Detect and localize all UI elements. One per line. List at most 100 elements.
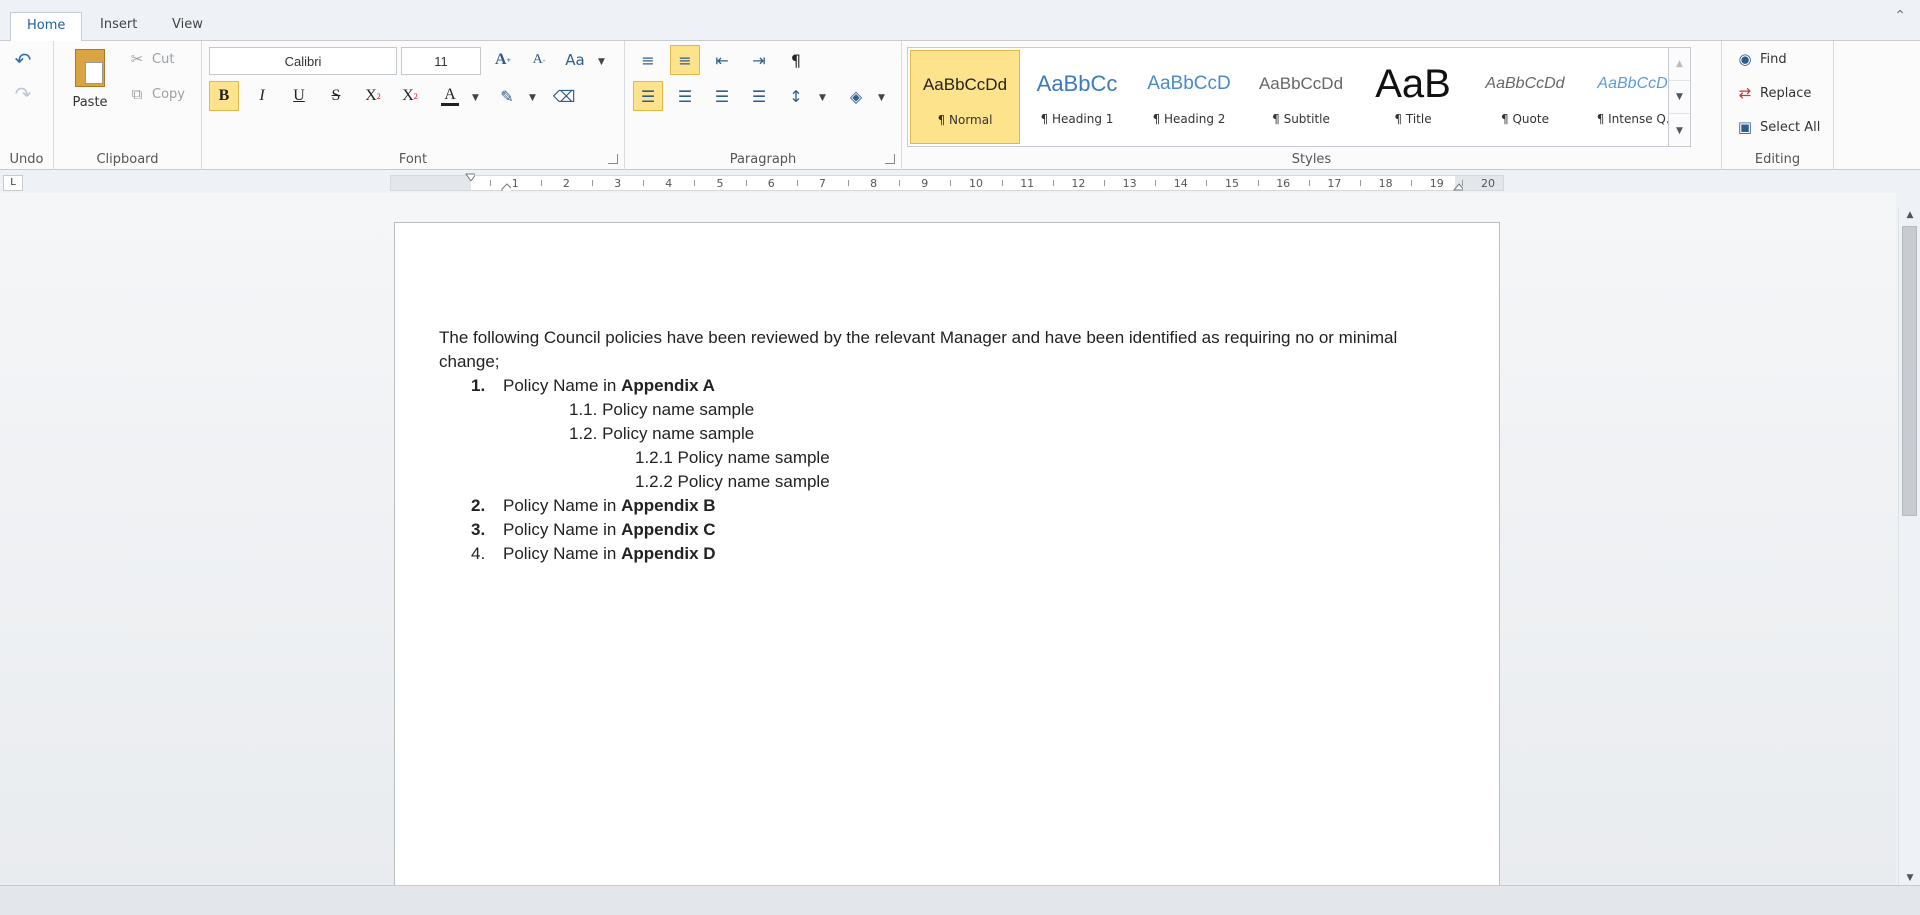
vertical-scrollbar[interactable]: ▲ ▼ [1898, 208, 1920, 885]
gallery-more-icon[interactable]: ▼ [1669, 114, 1690, 147]
decrease-indent-icon[interactable]: ⇤ [707, 45, 737, 75]
grow-font-icon[interactable]: A + [488, 45, 518, 75]
binoculars-icon: ◉ [1738, 50, 1752, 68]
list-number: 1.2. [569, 424, 598, 443]
list-number: 2. [471, 496, 486, 515]
scroll-down-icon[interactable]: ▼ [1899, 873, 1920, 883]
tab-view[interactable]: View [156, 12, 219, 42]
list-text: Policy name sample [677, 472, 830, 491]
highlight-icon[interactable]: ✎ [492, 81, 522, 111]
clear-formatting-icon[interactable]: ⌫ [549, 81, 579, 111]
undo-icon[interactable]: ↶ [8, 45, 38, 75]
bold-icon[interactable]: B [209, 81, 239, 111]
tab-home[interactable]: Home [10, 12, 83, 42]
copy-button[interactable]: ⧉ Copy [128, 85, 185, 103]
align-center-icon[interactable]: ☰ [670, 81, 700, 111]
ruler-number: 14 [1173, 177, 1188, 190]
line-spacing-dropdown-icon[interactable]: ▼ [819, 93, 826, 103]
replace-label: Replace [1760, 85, 1812, 101]
list-item[interactable]: 1.2.1 Policy name sample [635, 446, 830, 470]
style-heading-2[interactable]: AaBbCcD ¶ Heading 2 [1134, 50, 1244, 144]
ruler-tick [1360, 180, 1361, 186]
strikethrough-icon[interactable]: S [321, 81, 351, 111]
copy-label: Copy [152, 86, 185, 102]
paste-button[interactable]: Paste [64, 45, 116, 117]
list-item[interactable]: 4. Policy Name in Appendix D [471, 542, 716, 566]
clipboard-group-label: Clipboard [96, 152, 159, 167]
paste-label: Paste [72, 95, 108, 110]
change-case-icon[interactable]: Aa [560, 45, 590, 75]
subscript-icon[interactable]: X2 [395, 81, 425, 111]
list-item[interactable]: 1. Policy Name in Appendix A [471, 374, 715, 398]
align-left-icon[interactable]: ☰ [633, 81, 663, 111]
style-title[interactable]: AaB ¶ Title [1358, 50, 1468, 144]
tab-selector-button[interactable]: L [3, 175, 23, 191]
first-line-indent-icon[interactable] [465, 173, 475, 181]
list-item[interactable]: 2. Policy Name in Appendix B [471, 494, 716, 518]
style-preview: AaB [1375, 64, 1451, 104]
ruler-tick [1001, 180, 1003, 186]
style-normal[interactable]: AaBbCcDd ¶ Normal [910, 50, 1020, 144]
ruler-tick [1308, 180, 1310, 186]
list-text: Policy name sample [602, 400, 755, 419]
scrollbar-thumb[interactable] [1902, 226, 1917, 516]
intro-paragraph[interactable]: The following Council policies have been… [439, 326, 1449, 374]
underline-icon[interactable]: U [284, 81, 314, 111]
hanging-indent-icon[interactable] [501, 183, 511, 191]
ruler-tick [848, 180, 849, 186]
gallery-up-icon[interactable]: ▲ [1669, 48, 1690, 81]
find-button[interactable]: ◉ Find [1736, 50, 1786, 68]
shading-icon[interactable]: ◈ [841, 81, 871, 111]
shrink-font-icon[interactable]: A- [524, 45, 554, 75]
replace-button[interactable]: ⇄ Replace [1736, 84, 1812, 102]
list-text: Policy Name in [503, 520, 622, 539]
highlight-dropdown-icon[interactable]: ▼ [529, 93, 536, 103]
cut-button[interactable]: ✂ Cut [128, 50, 175, 68]
scroll-up-icon[interactable]: ▲ [1899, 210, 1920, 220]
style-quote[interactable]: AaBbCcDd ¶ Quote [1470, 50, 1580, 144]
font-size-field[interactable]: 11 [401, 47, 481, 75]
list-item[interactable]: 1.2. Policy name sample [569, 422, 754, 446]
numbering-icon[interactable]: ≡ [670, 45, 700, 75]
list-text: Policy Name in [503, 544, 622, 563]
styles-gallery: AaBbCcDd ¶ Normal AaBbCc ¶ Heading 1 AaB… [907, 47, 1691, 147]
show-marks-icon[interactable]: ¶ [781, 45, 811, 75]
horizontal-ruler[interactable]: 1 2 3 4 5 6 7 8 9 10 11 12 13 14 15 16 17 18 19 20 [390, 173, 1504, 191]
collapse-ribbon-icon[interactable]: ⌃ [1894, 8, 1906, 24]
ruler-number: 13 [1122, 177, 1137, 190]
superscript-icon[interactable]: X2 [358, 81, 388, 111]
shading-dropdown-icon[interactable]: ▼ [878, 93, 885, 103]
font-name-field[interactable]: Calibri [209, 47, 397, 75]
ruler-number: 16 [1276, 177, 1291, 190]
document-page[interactable]: The following Council policies have been… [394, 222, 1500, 892]
ruler-tick [899, 180, 901, 186]
style-name: ¶ Normal [937, 113, 993, 127]
ruler-number: 9 [921, 177, 929, 190]
style-subtitle[interactable]: AaBbCcDd ¶ Subtitle [1246, 50, 1356, 144]
justify-icon[interactable]: ☰ [744, 81, 774, 111]
align-right-icon[interactable]: ☰ [707, 81, 737, 111]
line-spacing-icon[interactable]: ↕ [781, 81, 811, 111]
list-item[interactable]: 3. Policy Name in Appendix C [471, 518, 716, 542]
list-item[interactable]: 1.2.2 Policy name sample [635, 470, 830, 494]
ruler-number: 10 [969, 177, 983, 190]
italic-icon[interactable]: I [247, 81, 277, 111]
style-heading-1[interactable]: AaBbCc ¶ Heading 1 [1022, 50, 1132, 144]
ruler-area: L 1 2 3 4 5 6 7 8 9 10 11 12 13 14 15 16 17 18 19 20 [0, 171, 1920, 193]
font-color-dropdown-icon[interactable]: ▼ [472, 93, 479, 103]
font-color-icon[interactable]: A [435, 81, 465, 111]
paragraph-dialog-launcher-icon[interactable] [885, 154, 895, 164]
list-item[interactable]: 1.1. Policy name sample [569, 398, 754, 422]
change-case-dropdown-icon[interactable]: ▼ [598, 57, 605, 67]
select-all-button[interactable]: ▣ Select All [1736, 118, 1820, 136]
ruler-number: 7 [818, 177, 826, 190]
undo-group-label: Undo [9, 152, 44, 167]
redo-icon[interactable]: ↷ [8, 79, 38, 109]
increase-indent-icon[interactable]: ⇥ [744, 45, 774, 75]
bullets-icon[interactable]: ≡ [633, 45, 663, 75]
font-dialog-launcher-icon[interactable] [608, 154, 618, 164]
ruler-tick [592, 180, 593, 186]
ruler-tick [1052, 180, 1054, 186]
tab-insert[interactable]: Insert [84, 12, 153, 42]
gallery-down-icon[interactable]: ▼ [1669, 81, 1690, 114]
